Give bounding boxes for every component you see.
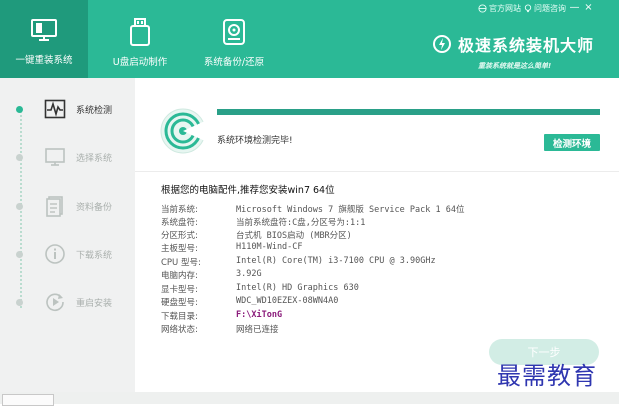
brand-slogan: 重装系统就是这么简单! (478, 62, 552, 70)
pulse-monitor-icon (44, 99, 66, 119)
info-value: H110M-Wind-CF (236, 242, 303, 252)
info-key: 硬盘型号: (161, 298, 198, 308)
info-value: 台式机 BIOS启动 (MBR分区) (236, 231, 352, 241)
nav-usb-boot[interactable]: U盘启动制作 (96, 0, 184, 78)
usb-drive-icon (130, 18, 150, 46)
nav-reinstall-system[interactable]: 一键重装系统 (0, 0, 88, 78)
official-website-link[interactable]: 官方网站 (478, 3, 521, 14)
info-value: Intel(R) Core(TM) i3-7100 CPU @ 3.90GHz (236, 256, 436, 266)
recommendation-text: 根据您的电脑配件,推荐您安装win7 64位 (161, 185, 335, 196)
official-website-label: 官方网站 (489, 3, 521, 13)
step-label: 下载系统 (76, 250, 113, 261)
step-dot (16, 298, 23, 306)
info-value: WDC_WD10EZEX-08WN4A0 (236, 296, 339, 306)
step-label: 系统检测 (76, 105, 113, 116)
bottom-strip (0, 392, 619, 404)
nav-backup-restore[interactable]: 系统备份/还原 (190, 0, 278, 78)
step-download-system[interactable]: 下载系统 (0, 239, 135, 269)
lightbulb-icon (524, 3, 532, 12)
step-select-system[interactable]: 选择系统 (0, 142, 135, 172)
main-panel: 系统环境检测完毕! 检测环境 根据您的电脑配件,推荐您安装win7 64位 当前… (135, 78, 619, 392)
step-dot (16, 202, 23, 210)
info-key: 当前系统: (161, 205, 198, 215)
progress-fill (217, 109, 600, 115)
step-dot (16, 153, 23, 161)
step-dot (16, 250, 23, 258)
radar-scan-icon (160, 108, 207, 154)
info-value: 网络已连接 (236, 325, 279, 335)
info-row: 系统盘符: 当前系统盘符:C盘,分区号为:1:1 (161, 216, 365, 228)
info-row: 网络状态: 网络已连接 (161, 323, 279, 335)
step-data-backup[interactable]: 资料备份 (0, 191, 135, 221)
monitor-icon (31, 19, 57, 41)
close-button[interactable]: × (583, 3, 594, 14)
info-row: CPU 型号: Intel(R) Core(TM) i3-7100 CPU @ … (161, 256, 436, 268)
info-icon (45, 244, 65, 264)
minimize-button[interactable]: — (569, 3, 580, 14)
nav-label: U盘启动制作 (112, 57, 168, 68)
info-key: 网络状态: (161, 325, 198, 335)
info-key: 下载目录: (161, 312, 198, 322)
info-key: 显卡型号: (161, 285, 198, 295)
top-links: 官方网站 问题咨询 — × (478, 2, 594, 14)
taskbar-item[interactable] (2, 394, 54, 406)
disk-backup-icon (223, 19, 245, 45)
monitor-icon (45, 148, 65, 166)
info-row: 下载目录: F:\XiTonG (161, 310, 282, 322)
check-status-text: 系统环境检测完毕! (217, 136, 293, 146)
info-value: Microsoft Windows 7 旗舰版 Service Pack 1 6… (236, 205, 465, 215)
brand-title: 极速系统装机大师 (458, 36, 595, 55)
power-icon (433, 35, 451, 53)
nav-label: 系统备份/还原 (203, 57, 265, 68)
step-system-check[interactable]: 系统检测 (0, 94, 135, 124)
watermark-text: 最需教育 (497, 362, 597, 390)
step-label: 重启安装 (76, 298, 113, 309)
nav-label: 一键重装系统 (15, 55, 73, 66)
restart-icon (46, 293, 64, 312)
info-key: 分区形式: (161, 231, 198, 241)
info-row: 主板型号: H110M-Wind-CF (161, 242, 303, 254)
info-row: 显卡型号: Intel(R) HD Graphics 630 (161, 283, 359, 295)
step-restart-install[interactable]: 重启安装 (0, 287, 135, 317)
download-path-value[interactable]: F:\XiTonG (236, 310, 282, 322)
info-row: 电脑内存: 3.92G (161, 269, 262, 281)
top-bar: 一键重装系统 U盘启动制作 系统备份/还原 官方网站 问题咨询 — × 极速系统… (0, 0, 619, 78)
help-label: 问题咨询 (534, 3, 566, 13)
document-icon (46, 196, 63, 217)
sidebar: 系统检测 选择系统 资料备份 下载系统 重启安装 (0, 78, 135, 392)
info-row: 分区形式: 台式机 BIOS启动 (MBR分区) (161, 229, 352, 241)
info-row: 当前系统: Microsoft Windows 7 旗舰版 Service Pa… (161, 203, 464, 215)
check-environment-button[interactable]: 检测环境 (544, 134, 600, 151)
check-progress-bar (217, 109, 600, 115)
info-value: 当前系统盘符:C盘,分区号为:1:1 (236, 218, 366, 228)
step-dot (16, 105, 23, 113)
divider (135, 171, 619, 172)
step-label: 资料备份 (76, 202, 113, 213)
info-key: CPU 型号: (161, 258, 201, 268)
info-key: 主板型号: (161, 244, 198, 254)
brand: 极速系统装机大师 (432, 33, 594, 55)
help-link[interactable]: 问题咨询 (524, 3, 566, 14)
info-value: 3.92G (236, 269, 262, 279)
info-row: 硬盘型号: WDC_WD10EZEX-08WN4A0 (161, 296, 338, 308)
step-label: 选择系统 (76, 153, 113, 164)
info-value: Intel(R) HD Graphics 630 (236, 283, 359, 293)
globe-icon (478, 3, 487, 13)
info-key: 系统盘符: (161, 218, 198, 228)
info-key: 电脑内存: (161, 271, 198, 281)
